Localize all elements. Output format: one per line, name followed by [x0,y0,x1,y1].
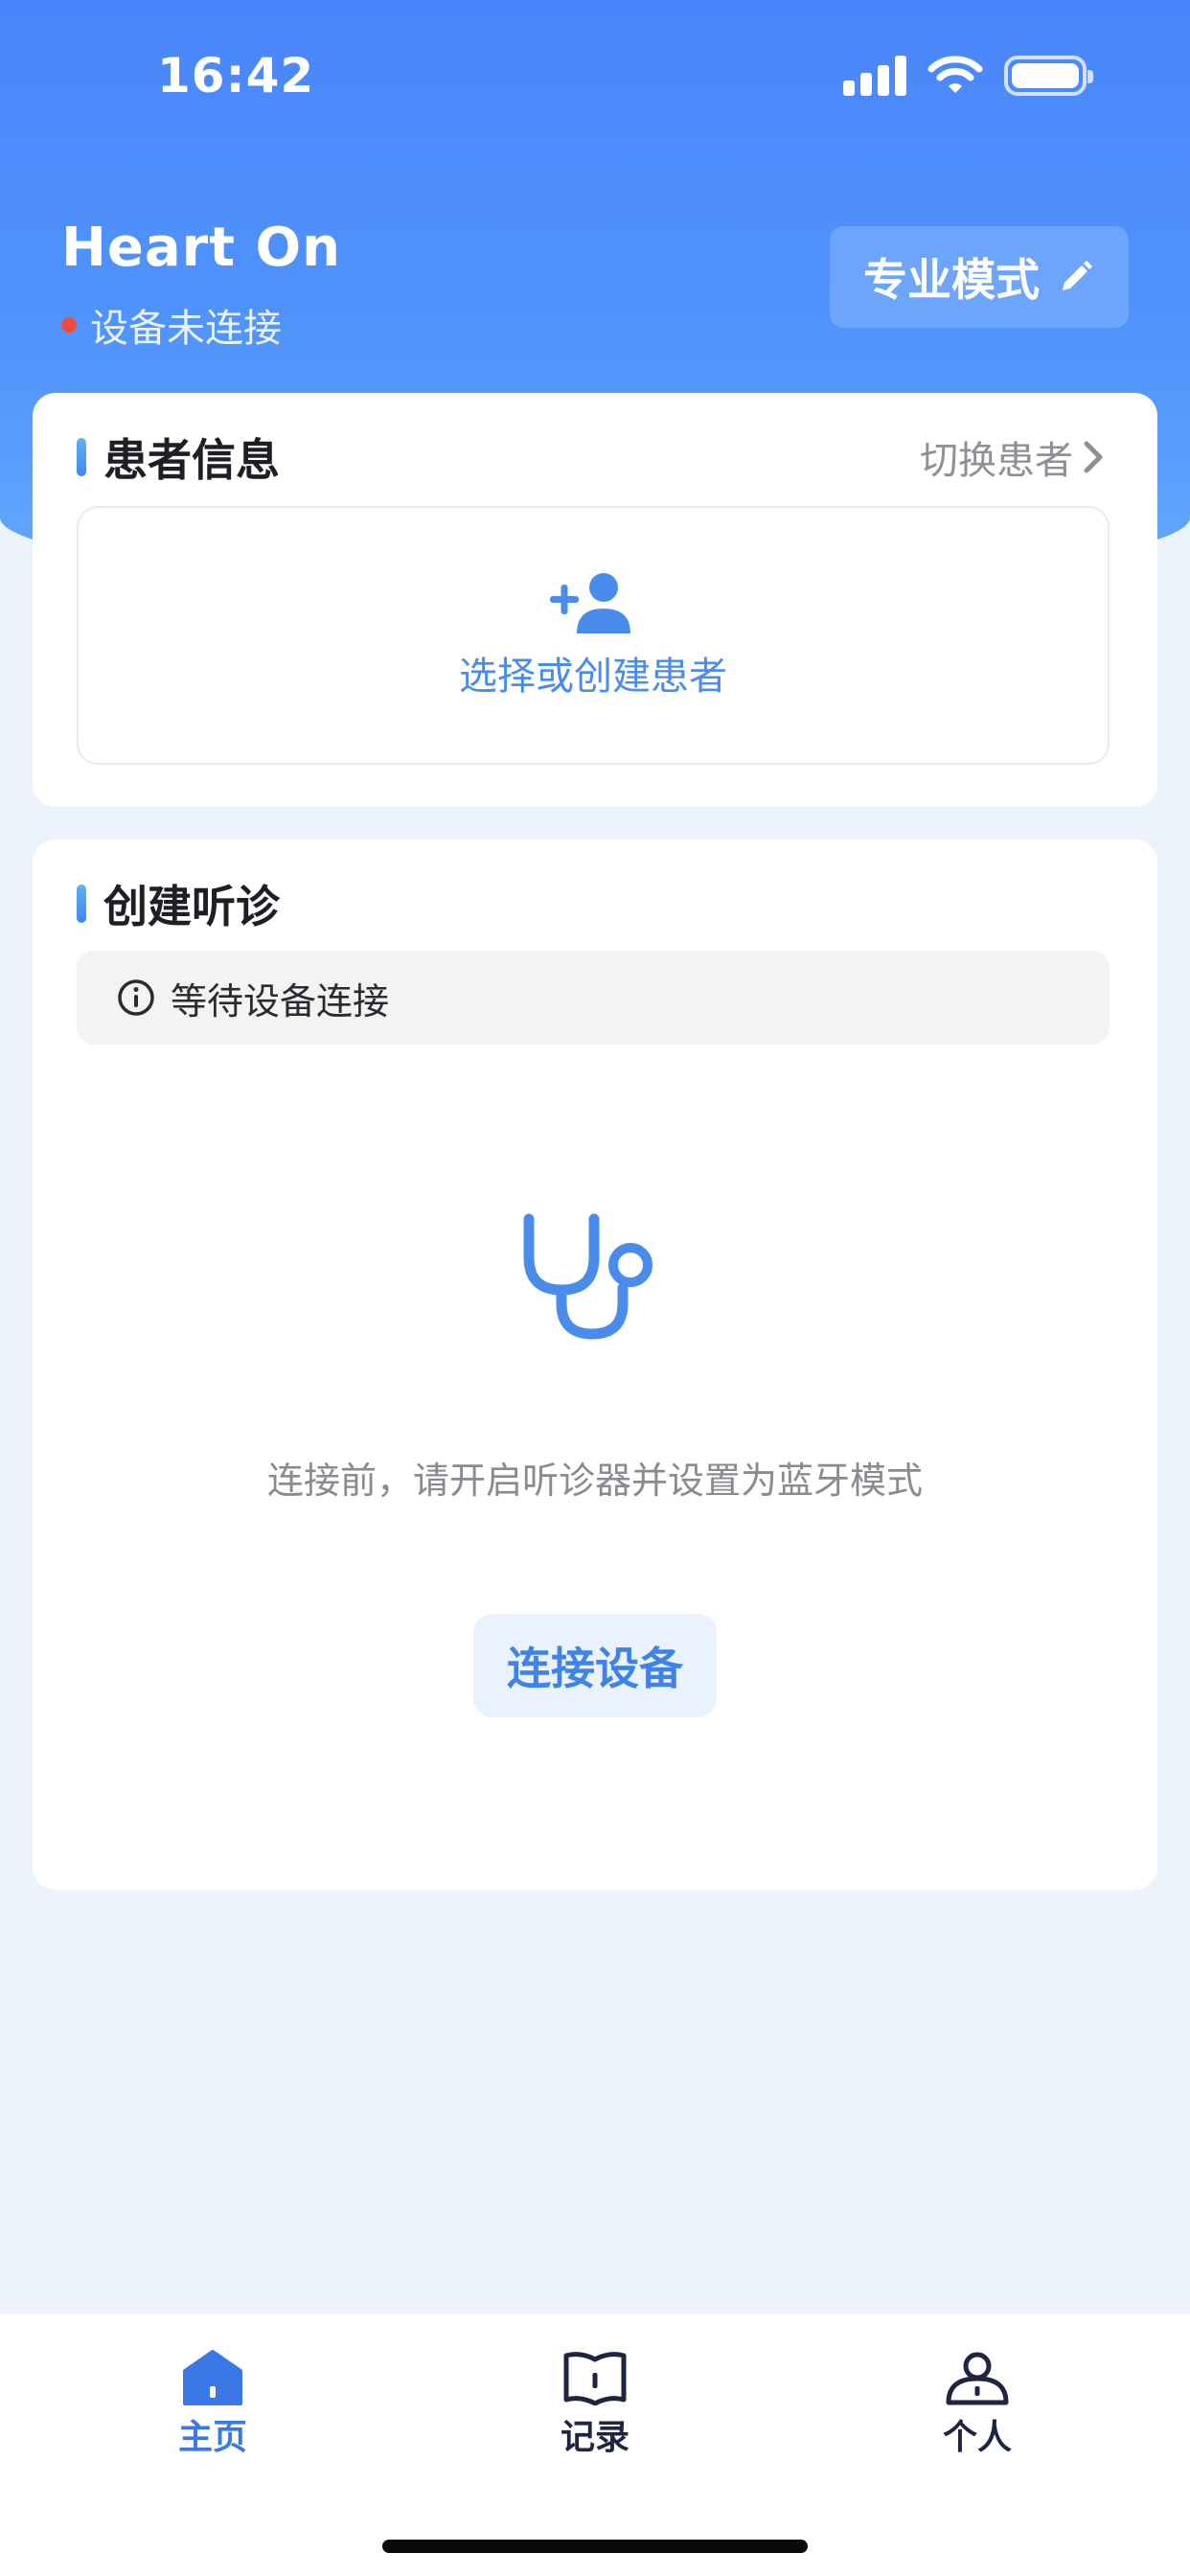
tab-home[interactable]: 主页 [117,2350,309,2459]
connect-device-button[interactable]: 连接设备 [473,1614,717,1717]
add-person-icon [550,573,630,633]
notice-text: 等待设备连接 [171,979,390,1023]
tab-bar: 主页 记录 个人 [0,2313,1190,2576]
person-icon [946,2352,1009,2405]
switch-patient-link[interactable]: 切换患者 [920,429,1106,485]
chevron-right-icon [1084,441,1103,473]
listen-card-title: 创建听诊 [77,872,280,935]
home-screen: 16:42 Heart On 设备未连接 专业模式 患者信息 切换患者 选择或创… [0,0,1190,2576]
waiting-notice: 等待设备连接 [77,951,1110,1045]
select-patient-label: 选择或创建患者 [459,655,727,699]
tab-records[interactable]: 记录 [499,2350,691,2459]
status-dot [61,317,77,333]
home-icon [183,2350,242,2405]
status-time: 16:42 [157,48,315,104]
tab-profile[interactable]: 个人 [881,2350,1073,2459]
patient-info-card: 患者信息 切换患者 选择或创建患者 [33,393,1157,807]
switch-patient-label: 切换患者 [920,439,1073,483]
title-accent-bar [77,438,86,476]
tab-profile-label: 个人 [942,2418,1012,2457]
listen-card-title-text: 创建听诊 [103,881,280,932]
app-title: Heart On [61,217,341,279]
pencil-icon [1063,261,1092,290]
book-icon [563,2352,627,2405]
connection-status-text: 设备未连接 [90,307,282,351]
status-icons [843,56,1093,96]
battery-icon [1004,56,1093,96]
cellular-signal-icon [843,56,906,96]
connection-hint: 连接前，请开启听诊器并设置为蓝牙模式 [266,1460,923,1502]
home-indicator[interactable] [382,2540,808,2553]
professional-mode-button[interactable]: 专业模式 [830,226,1129,328]
create-auscultation-card: 创建听诊 等待设备连接 连接前，请开启听诊器并设置为蓝牙模式 连接设备 [33,840,1157,1890]
tab-home-label: 主页 [177,2418,247,2457]
patient-card-title: 患者信息 [77,426,280,489]
tab-records-label: 记录 [560,2418,629,2457]
info-icon [118,979,154,1016]
device-connection-status: 设备未连接 [61,297,282,353]
mode-button-label: 专业模式 [863,254,1040,306]
select-patient-area[interactable]: 选择或创建患者 [77,506,1110,765]
patient-card-title-text: 患者信息 [103,434,280,486]
title-accent-bar [77,885,86,923]
stethoscope-icon [523,1213,652,1340]
wifi-icon [927,56,983,93]
